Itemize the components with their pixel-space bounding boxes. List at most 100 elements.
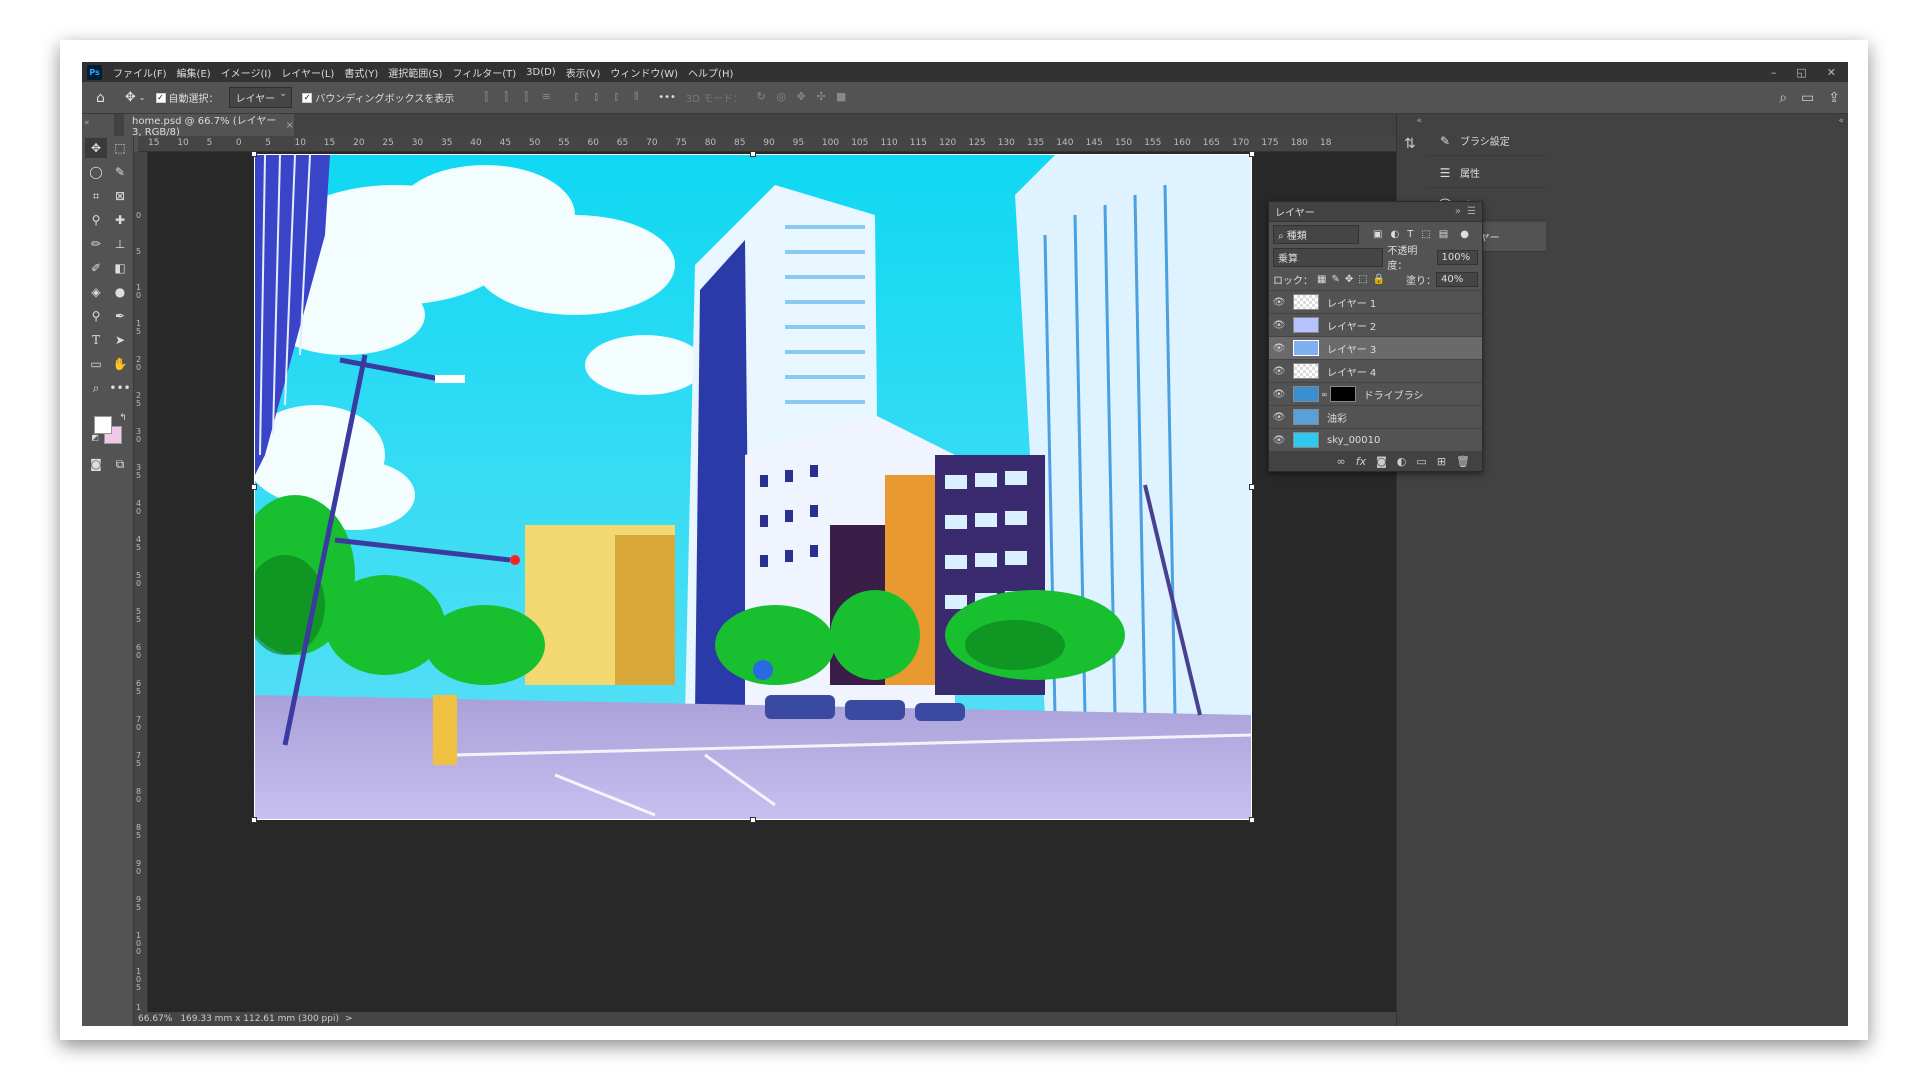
collapse-dock-icon[interactable]: « (1838, 116, 1844, 126)
align-left-icon[interactable]: ⫿ (478, 90, 494, 106)
menu-edit[interactable]: 編集(E) (172, 65, 216, 80)
more-options-button[interactable]: ••• (658, 92, 676, 103)
home-icon[interactable]: ⌂ (96, 90, 105, 106)
menu-filter[interactable]: フィルター(T) (447, 65, 521, 80)
3d-slide-icon[interactable]: ✣ (813, 90, 829, 106)
crop-tool-icon[interactable]: ⌗ (85, 186, 107, 206)
lock-artboard-icon[interactable]: ⬚ (1358, 274, 1367, 285)
filter-adjustment-icon[interactable]: ◐ (1390, 229, 1399, 240)
transform-handle-bl[interactable] (251, 817, 257, 823)
menu-image[interactable]: イメージ(I) (216, 65, 277, 80)
mask-link-icon[interactable]: ∞ (1321, 390, 1328, 399)
history-panel-icon[interactable]: ⇅ (1404, 136, 1416, 152)
layer-row[interactable]: 👁 レイヤー 1 (1269, 290, 1482, 313)
lock-position-icon[interactable]: ✥ (1345, 274, 1353, 285)
swap-colors-icon[interactable]: ↰ (112, 408, 134, 428)
dodge-tool-icon[interactable]: ⚲ (85, 306, 107, 326)
lock-transparent-icon[interactable]: ▦ (1317, 274, 1326, 285)
filter-toggle-icon[interactable]: ● (1460, 229, 1469, 240)
eye-icon[interactable]: 👁 (1269, 320, 1289, 331)
delete-layer-icon[interactable]: 🗑 (1456, 455, 1470, 468)
document-tab[interactable]: home.psd @ 66.7% (レイヤー 3, RGB/8) × (124, 114, 294, 138)
distribute-vertical-icon[interactable]: ≡ (538, 90, 554, 106)
blend-mode-dropdown[interactable]: 乗算 (1273, 247, 1384, 267)
eye-icon[interactable]: 👁 (1269, 412, 1289, 423)
menu-help[interactable]: ヘルプ(H) (683, 65, 738, 80)
frame-tool-icon[interactable]: ⊠ (109, 186, 131, 206)
layer-mask-thumbnail[interactable] (1329, 386, 1356, 402)
filter-pixel-icon[interactable]: ▣ (1373, 229, 1382, 240)
layer-row-selected[interactable]: 👁 レイヤー 3 (1269, 336, 1482, 359)
menu-type[interactable]: 書式(Y) (339, 65, 383, 80)
brush-tool-icon[interactable]: ✏ (85, 234, 107, 254)
menu-window[interactable]: ウィンドウ(W) (605, 65, 683, 80)
distribute-horizontal-icon[interactable]: ⦀ (628, 90, 644, 106)
align-bottom-icon[interactable]: ⫾ (608, 90, 624, 106)
filter-kind-dropdown[interactable]: ⌕ 種類 (1273, 224, 1359, 244)
bounding-box-checkbox[interactable]: ✓ バウンディングボックスを表示 (302, 90, 454, 105)
transform-handle-mr[interactable] (1249, 484, 1255, 490)
move-tool-icon[interactable]: ✥ (85, 138, 107, 158)
path-selection-tool-icon[interactable]: ➤ (109, 330, 131, 350)
canvas-area[interactable] (148, 151, 1396, 1012)
adjustment-layer-icon[interactable]: ◐ (1397, 455, 1407, 468)
pen-tool-icon[interactable]: ✒ (109, 306, 131, 326)
fill-input[interactable]: 40% (1436, 271, 1478, 287)
expand-panels-icon[interactable]: « (1416, 116, 1422, 126)
lock-all-icon[interactable]: 🔒 (1373, 274, 1385, 285)
rectangle-tool-icon[interactable]: ▭ (85, 354, 107, 374)
document-image[interactable] (254, 154, 1252, 820)
add-mask-icon[interactable]: ◙ (1376, 455, 1387, 468)
eye-icon[interactable]: 👁 (1269, 435, 1289, 446)
stamp-tool-icon[interactable]: ⊥ (109, 234, 131, 254)
link-layers-icon[interactable]: ∞ (1337, 455, 1346, 468)
type-tool-icon[interactable]: T (85, 330, 107, 350)
blur-tool-icon[interactable]: ● (109, 282, 131, 302)
edit-toolbar-icon[interactable]: ••• (109, 378, 131, 398)
layer-row[interactable]: 👁 油彩 (1269, 405, 1482, 428)
3d-roll-icon[interactable]: ◎ (773, 90, 789, 106)
quick-select-tool-icon[interactable]: ✎ (109, 162, 131, 182)
close-button[interactable]: ✕ (1827, 66, 1836, 79)
menu-file[interactable]: ファイル(F) (108, 65, 172, 80)
3d-scale-icon[interactable]: ■ (833, 90, 849, 106)
layer-row[interactable]: 👁 レイヤー 2 (1269, 313, 1482, 336)
eye-icon[interactable]: 👁 (1269, 297, 1289, 308)
healing-brush-tool-icon[interactable]: ✚ (109, 210, 131, 230)
move-tool-preset-icon[interactable]: ✥ ⌄ (125, 90, 146, 105)
transform-handle-ml[interactable] (251, 484, 257, 490)
default-colors-icon[interactable]: ◩ (84, 428, 106, 448)
transform-handle-tr[interactable] (1249, 151, 1255, 157)
filter-type-icon[interactable]: T (1407, 229, 1413, 240)
collapse-toolbar-icon[interactable]: « (84, 118, 90, 128)
brush-settings-panel-tab[interactable]: ✎ ブラシ設定 (1426, 126, 1546, 156)
layer-style-icon[interactable]: fx (1356, 455, 1366, 468)
menu-select[interactable]: 選択範囲(S) (383, 65, 447, 80)
eraser-tool-icon[interactable]: ◧ (109, 258, 131, 278)
panel-menu-icon[interactable]: ☰ (1467, 206, 1476, 217)
align-vcenter-icon[interactable]: ⫾ (588, 90, 604, 106)
zoom-level[interactable]: 66.67% (138, 1014, 172, 1024)
share-icon[interactable]: ⇪ (1828, 90, 1840, 106)
minimize-button[interactable]: – (1771, 66, 1777, 79)
layer-row[interactable]: 👁 ∞ ドライブラシ (1269, 382, 1482, 405)
filter-smart-object-icon[interactable]: ▤ (1439, 229, 1448, 240)
align-top-icon[interactable]: ⫾ (568, 90, 584, 106)
eye-icon[interactable]: 👁 (1269, 366, 1289, 377)
transform-handle-tc[interactable] (750, 151, 756, 157)
zoom-tool-icon[interactable]: ⌕ (85, 378, 107, 398)
eye-icon[interactable]: 👁 (1269, 343, 1289, 354)
transform-handle-bc[interactable] (750, 817, 756, 823)
restore-button[interactable]: ◱ (1796, 66, 1806, 79)
layers-panel-header[interactable]: レイヤー » ☰ (1269, 202, 1482, 222)
transform-handle-br[interactable] (1249, 817, 1255, 823)
3d-pan-icon[interactable]: ✥ (793, 90, 809, 106)
auto-select-target-dropdown[interactable]: レイヤー (228, 87, 293, 108)
horizontal-ruler[interactable]: 15 10 5 0 5 10 15 20 25 30 35 40 45 50 55 60 65 70 75 80 85 9… (138, 136, 1396, 152)
paint-bucket-tool-icon[interactable]: ◈ (85, 282, 107, 302)
close-tab-icon[interactable]: × (286, 120, 294, 131)
3d-orbit-icon[interactable]: ↻ (753, 90, 769, 106)
filter-shape-icon[interactable]: ⬚ (1421, 229, 1430, 240)
new-group-icon[interactable]: ▭ (1416, 455, 1426, 468)
status-menu-arrow[interactable]: > (345, 1014, 353, 1024)
